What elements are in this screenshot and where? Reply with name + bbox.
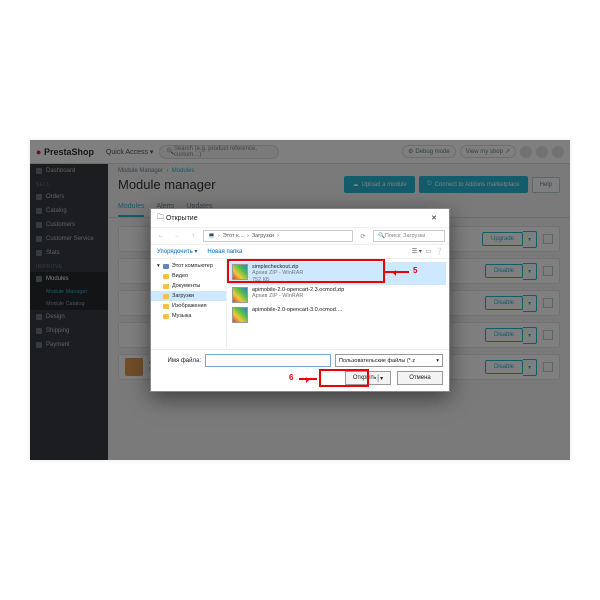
annotation-number-6: 6 — [289, 373, 293, 382]
organize-menu[interactable]: Упорядочить ▾ — [157, 248, 197, 255]
file-item[interactable]: apimobile-2.0-opencart-2.3.ocmod.zip Арх… — [230, 285, 446, 305]
nav-up-button[interactable]: ↑ — [187, 230, 199, 242]
side-this-pc[interactable]: ▾Этот компьютер — [151, 261, 226, 271]
annotation-arrow-6 — [299, 378, 317, 380]
side-pictures[interactable]: Изображения — [151, 301, 226, 311]
annotation-arrow-5 — [385, 271, 409, 273]
archive-icon — [232, 287, 248, 303]
dialog-titlebar: 🗀 Открытие ✕ — [151, 209, 449, 227]
filetype-select[interactable]: Пользовательские файлы (*.z▾ — [335, 354, 443, 367]
filename-input[interactable] — [205, 354, 331, 367]
archive-icon — [232, 307, 248, 323]
nav-back-button[interactable]: ← — [155, 230, 167, 242]
side-videos[interactable]: Видео — [151, 271, 226, 281]
side-documents[interactable]: Документы — [151, 281, 226, 291]
file-list: simplecheckout.zip Архив ZIP - WinRAR 75… — [227, 259, 449, 349]
address-bar[interactable]: 💻 › Этот к… › Загрузки › — [203, 230, 353, 242]
side-music[interactable]: Музыка — [151, 311, 226, 321]
nav-forward-button[interactable]: → — [171, 230, 183, 242]
folder-icon: 🗀 — [157, 213, 164, 224]
filename-label: Имя файла: — [157, 358, 201, 364]
file-item[interactable]: apimobile-2.0-opencart-3.0.ocmod.… — [230, 305, 446, 325]
admin-screenshot: ● PrestaShop Quick Access ▾ 🔍 Search (e.… — [30, 140, 570, 460]
nav-refresh-button[interactable]: ⟳ — [357, 230, 369, 242]
dialog-close-button[interactable]: ✕ — [425, 211, 443, 225]
pc-icon: 💻 — [208, 233, 215, 239]
cancel-button[interactable]: Отмена — [397, 371, 443, 385]
annotation-number-5: 5 — [413, 266, 417, 275]
preview-pane-icon[interactable]: ▭ — [426, 248, 432, 255]
open-button[interactable]: Открыть │▾ — [345, 371, 391, 385]
archive-icon — [232, 264, 248, 280]
file-open-dialog: 🗀 Открытие ✕ ← → ↑ 💻 › Этот к… › Загрузк… — [150, 208, 450, 392]
help-icon[interactable]: ❔ — [436, 248, 443, 255]
dialog-search[interactable]: 🔍 Поиск: Загрузки — [373, 230, 445, 242]
dialog-sidebar: ▾Этот компьютер Видео Документы Загрузки… — [151, 259, 227, 349]
new-folder-button[interactable]: Новая папка — [207, 249, 242, 255]
view-options-icon[interactable]: ☰ ▾ — [412, 248, 422, 255]
side-downloads[interactable]: Загрузки — [151, 291, 226, 301]
